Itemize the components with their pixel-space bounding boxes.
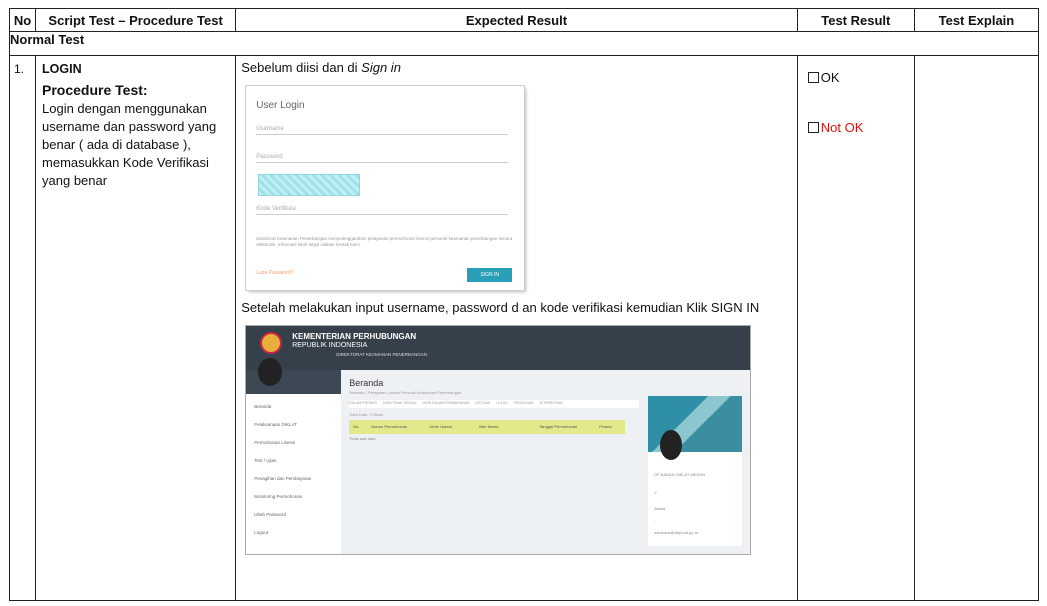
total-data: Total Data : 0 Baris: [349, 412, 383, 417]
signin-button: SIGN IN: [467, 268, 513, 282]
profile-card: DP BADAN DIKLAT MEDAN 0 Aktual - someone…: [648, 396, 743, 546]
dashboard-tabs: DALAM PROSES DATA TIDAK SESUAI DATA DALAM …: [349, 400, 640, 408]
procedure-title: Procedure Test:: [42, 82, 148, 98]
expected-cell: Sebelum diisi dan di Sign in User Login …: [235, 55, 798, 601]
empty-message: Tidak ada data: [349, 436, 376, 441]
login-note: Direktorat Keamanan Penerbangan menyelen…: [256, 236, 513, 247]
result-cell: OK Not OK: [796, 55, 915, 601]
expected-after-text: Setelah melakukan input username, passwo…: [241, 300, 760, 315]
section-title: Normal Test: [9, 31, 1039, 56]
tab: DATA TIDAK SESUAI: [382, 401, 417, 405]
row-number: 1.: [8, 55, 37, 601]
header-explain: Test Explain: [913, 8, 1040, 32]
table-header: No. Nomor Permohonan Jenis Lisensi Nier …: [349, 420, 626, 434]
sidebar-item: Test / Ujian: [254, 458, 277, 463]
tab: DITERBITKAN: [539, 401, 563, 405]
directorate-name: DIREKTORAT KEAMANAN PENERBANGAN: [336, 352, 427, 357]
header-no: No: [8, 8, 37, 32]
sidebar-item: Ubah Password: [254, 512, 286, 517]
tab: DALAM PROSES: [349, 401, 377, 405]
ministry-name: KEMENTERIAN PERHUBUNGAN: [292, 332, 417, 341]
tab: LULUS: [496, 401, 508, 405]
forgot-password-link: Lupa Password?: [256, 270, 294, 276]
header-result: Test Result: [796, 8, 915, 32]
captcha-image: [258, 174, 361, 196]
profile-email: someone@dephub.go.id: [654, 530, 698, 535]
password-field: Password: [256, 154, 509, 163]
script-cell: LOGIN Procedure Test: Login dengan mengg…: [35, 55, 237, 601]
checkbox-icon[interactable]: [807, 72, 819, 83]
header-expected: Expected Result: [235, 8, 798, 32]
tab: DATA DALAM PEMBAHASAN: [422, 401, 470, 405]
dashboard-sidebar: Beranda Pelaksanaan DIKLAT Permohonan Li…: [246, 358, 342, 554]
explain-cell: [913, 55, 1040, 601]
dashboard-screenshot: KEMENTERIAN PERHUBUNGAN REPUBLIK INDONES…: [246, 326, 751, 554]
sidebar-item: Monitoring Permohonan: [254, 494, 303, 499]
login-screenshot: User Login Username Password Kode Verifi…: [246, 86, 525, 290]
page-title: Beranda: [349, 378, 384, 388]
test-title: LOGIN: [42, 62, 82, 76]
procedure-text: Login dengan menggunakan username dan pa…: [42, 101, 217, 188]
sidebar-item: Penagihan dan Pembayaran: [254, 476, 312, 481]
sidebar-item: Beranda: [254, 404, 272, 409]
sidebar-item: Logout: [254, 530, 268, 535]
sidebar-item: Permohonan Lisensi: [254, 440, 296, 445]
test-table: No Script Test – Procedure Test Expected…: [8, 8, 1040, 601]
checkbox-icon[interactable]: [807, 122, 819, 133]
header-script: Script Test – Procedure Test: [35, 8, 237, 32]
ok-option[interactable]: OK: [807, 70, 840, 85]
username-field: Username: [256, 126, 509, 135]
republic-name: REPUBLIK INDONESIA: [292, 342, 368, 349]
dashboard-main: Beranda Beranda / Pelayanan Lisensi Pers…: [341, 370, 646, 554]
not-ok-option[interactable]: Not OK: [807, 120, 864, 135]
profile-name: DP BADAN DIKLAT MEDAN: [654, 472, 705, 477]
table-row: 1. LOGIN Procedure Test: Login dengan me…: [8, 55, 1040, 601]
login-title: User Login: [256, 100, 305, 111]
ok-label: OK: [820, 70, 840, 85]
tab: PENGUJIAN: [513, 401, 534, 405]
ministry-logo-icon: [260, 332, 283, 354]
not-ok-label: Not OK: [820, 120, 864, 135]
avatar: [258, 358, 283, 386]
expected-before-text: Sebelum diisi dan di Sign in: [241, 60, 401, 75]
breadcrumb: Beranda / Pelayanan Lisensi Personil Kea…: [349, 390, 462, 395]
avatar: [660, 430, 683, 460]
sidebar-item: Pelaksanaan DIKLAT: [254, 422, 297, 427]
tab: DITOLAK: [475, 401, 491, 405]
header-row: No Script Test – Procedure Test Expected…: [8, 8, 1040, 32]
section-row: Normal Test: [9, 31, 1039, 56]
code-field: Kode Verifikasi: [256, 206, 509, 215]
dashboard-header: KEMENTERIAN PERHUBUNGAN REPUBLIK INDONES…: [246, 326, 751, 370]
